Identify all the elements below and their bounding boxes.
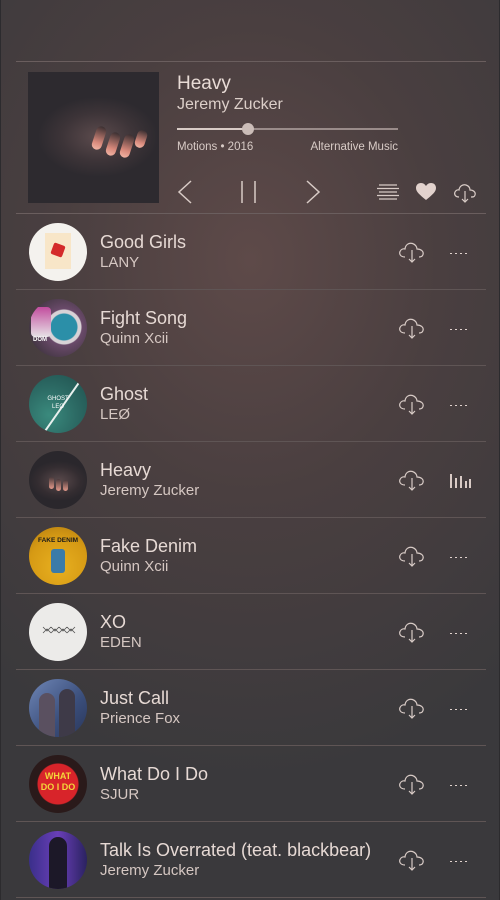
track-row[interactable]: GHOST LEO Ghost LEØ — [16, 366, 486, 442]
track-title: Ghost — [100, 384, 149, 404]
cloud-download-icon — [454, 184, 476, 203]
download-button[interactable] — [453, 182, 477, 204]
track-title: What Do I Do — [100, 764, 209, 784]
cloud-download-icon — [399, 318, 424, 339]
genre-label: Alternative Music — [310, 141, 398, 153]
cover-text: WHAT DO I DO — [40, 771, 76, 792]
track-artist: Quinn Xcii — [100, 330, 169, 347]
track-artist: EDEN — [100, 634, 142, 651]
track-download-button[interactable] — [398, 696, 426, 725]
frame-left-edge — [0, 0, 1, 900]
track-download-button[interactable] — [398, 772, 426, 801]
album-art-talk-is-overrated — [29, 831, 87, 889]
track-row[interactable]: DOM Fight Song Quinn Xcii — [16, 290, 486, 366]
cloud-download-icon — [399, 546, 424, 567]
cover-text: GHOST LEO — [47, 396, 69, 410]
queue-lines-icon — [377, 184, 399, 200]
album-art-what-do-i-do: WHAT DO I DO — [29, 755, 87, 813]
album-art-good-girls — [29, 223, 87, 281]
progress-fill — [177, 128, 248, 130]
track-row-playing[interactable]: Heavy Jeremy Zucker — [16, 442, 486, 518]
chevron-right-icon — [306, 180, 321, 204]
favorite-button[interactable] — [416, 183, 436, 201]
cloud-download-icon — [399, 698, 424, 719]
album-art-xo — [29, 603, 87, 661]
cloud-download-icon — [399, 774, 424, 795]
more-options-button[interactable] — [450, 706, 468, 714]
more-options-button[interactable] — [450, 250, 468, 258]
track-download-button[interactable] — [398, 468, 426, 497]
track-row[interactable]: Good Girls LANY — [16, 214, 486, 290]
track-row[interactable]: Talk Is Overrated (teat. blackbear) Jere… — [16, 822, 486, 898]
album-art-fight-song: DOM — [29, 299, 87, 357]
track-title: Talk Is Overrated (teat. blackbear) — [100, 840, 372, 860]
cloud-download-icon — [399, 470, 424, 491]
track-artist: Prience Fox — [100, 710, 181, 727]
track-title: Fake Denim — [100, 536, 198, 556]
track-row[interactable]: Just Call Prience Fox — [16, 670, 486, 746]
queue-button[interactable] — [377, 184, 399, 200]
progress-bar[interactable] — [177, 123, 398, 135]
cloud-download-icon — [399, 394, 424, 415]
cloud-download-icon — [399, 850, 424, 871]
more-options-button[interactable] — [450, 858, 468, 866]
more-options-button[interactable] — [450, 326, 468, 334]
album-year: Motions • 2016 — [177, 141, 254, 153]
now-playing-artist: Jeremy Zucker — [177, 96, 283, 113]
equalizer-icon — [450, 472, 471, 488]
track-download-button[interactable] — [398, 620, 426, 649]
pause-button[interactable] — [240, 180, 258, 204]
track-list: Good Girls LANY DOM Fight Song Quinn Xci… — [16, 214, 486, 898]
album-art-heavy — [29, 451, 87, 509]
track-download-button[interactable] — [398, 316, 426, 345]
cover-text: DOM — [33, 337, 47, 343]
track-title: Good Girls — [100, 232, 187, 252]
chevron-left-icon — [177, 180, 192, 204]
more-options-button[interactable] — [450, 630, 468, 638]
track-download-button[interactable] — [398, 240, 426, 269]
track-download-button[interactable] — [398, 848, 426, 877]
track-title: Just Call — [100, 688, 170, 708]
more-options-button[interactable] — [450, 554, 468, 562]
now-playing-album-art — [28, 72, 159, 203]
album-art-fake-denim: FAKE DENIM — [29, 527, 87, 585]
track-artist: Jeremy Zucker — [100, 482, 200, 499]
track-artist: LANY — [100, 254, 140, 271]
album-art-just-call — [29, 679, 87, 737]
now-playing-title: Heavy — [177, 73, 231, 94]
cover-text: FAKE DENIM — [37, 537, 79, 544]
track-download-button[interactable] — [398, 392, 426, 421]
progress-knob[interactable] — [241, 123, 254, 135]
track-title: Fight Song — [100, 308, 188, 328]
cloud-download-icon — [399, 242, 424, 263]
album-art-ghost: GHOST LEO — [29, 375, 87, 433]
more-options-button[interactable] — [450, 402, 468, 410]
track-row[interactable]: WHAT DO I DO What Do I Do SJUR — [16, 746, 486, 822]
track-artist: SJUR — [100, 786, 140, 803]
next-button[interactable] — [305, 180, 321, 204]
cloud-download-icon — [399, 622, 424, 643]
track-artist: Quinn Xcii — [100, 558, 169, 575]
previous-button[interactable] — [177, 180, 193, 204]
track-artist: Jeremy Zucker — [100, 862, 200, 879]
more-options-button[interactable] — [450, 782, 468, 790]
track-title: Heavy — [100, 460, 152, 480]
album-pattern-icon — [42, 626, 76, 634]
track-download-button[interactable] — [398, 544, 426, 573]
track-title: XO — [100, 612, 127, 632]
heart-icon — [416, 183, 436, 200]
track-row[interactable]: XO EDEN — [16, 594, 486, 670]
track-row[interactable]: FAKE DENIM Fake Denim Quinn Xcii — [16, 518, 486, 594]
pause-icon — [241, 181, 256, 203]
top-divider — [16, 61, 486, 62]
track-artist: LEØ — [100, 406, 131, 423]
